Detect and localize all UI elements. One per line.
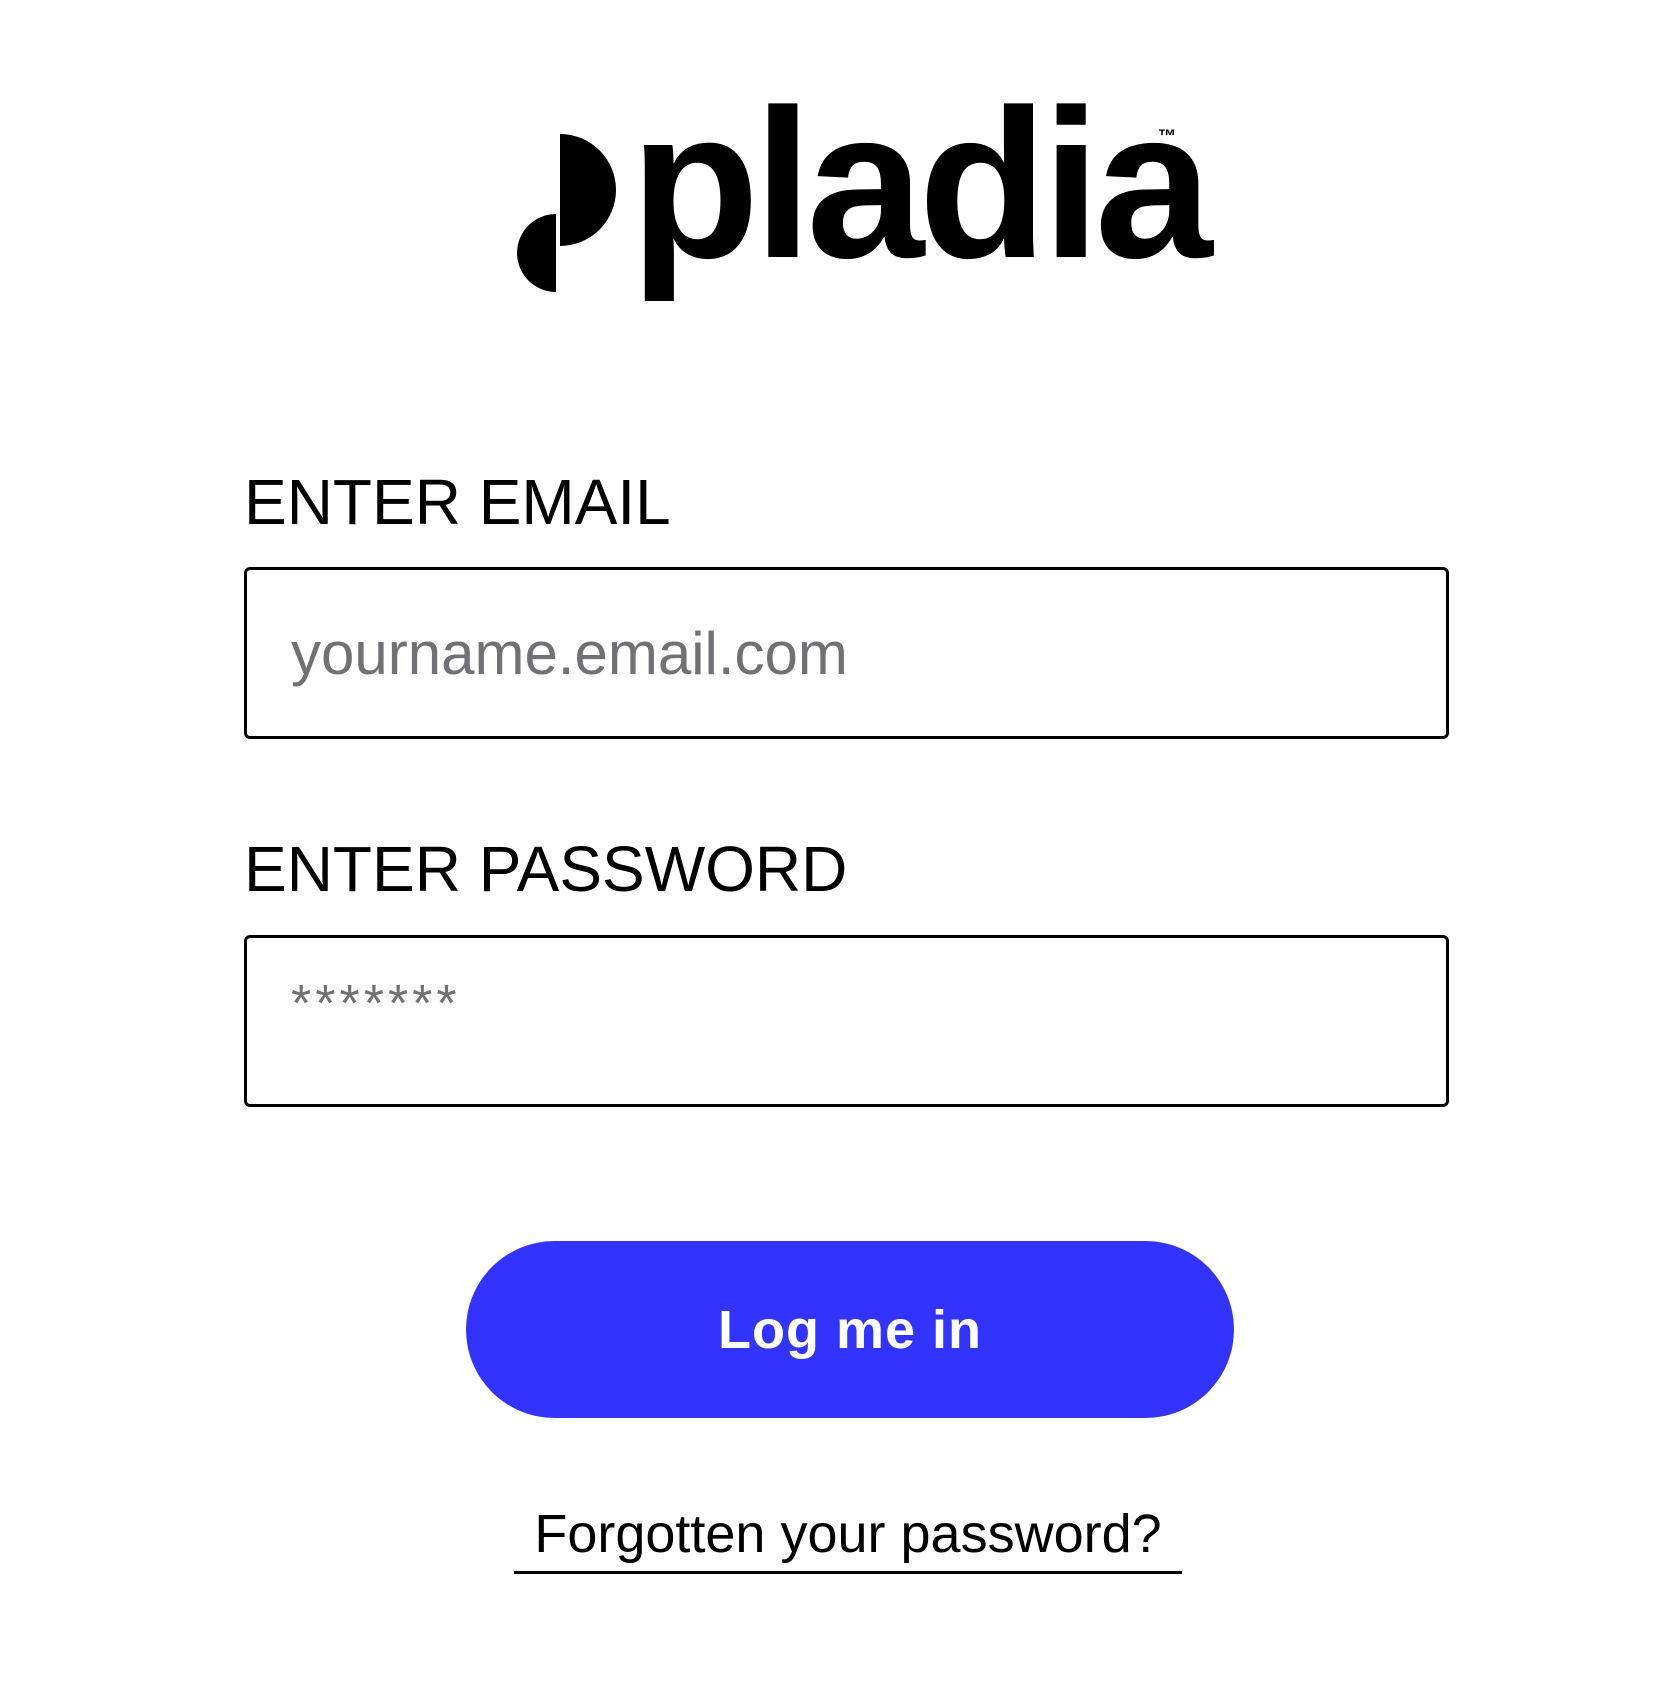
password-field-box[interactable] [244, 935, 1449, 1107]
forgot-password-link[interactable]: Forgotten your password? [514, 1503, 1182, 1574]
password-label: ENTER PASSWORD [244, 833, 848, 905]
email-field-box[interactable] [244, 567, 1449, 739]
pladia-wordmark: pladia [630, 65, 1213, 302]
pladia-logo-mark-icon [517, 134, 616, 292]
pladia-logo: pladia ™ [512, 78, 1213, 331]
email-field[interactable] [291, 570, 1391, 736]
trademark-symbol: ™ [1158, 126, 1176, 146]
login-button[interactable]: Log me in [466, 1241, 1234, 1418]
password-field[interactable] [291, 938, 1391, 1071]
email-label: ENTER EMAIL [244, 466, 671, 538]
